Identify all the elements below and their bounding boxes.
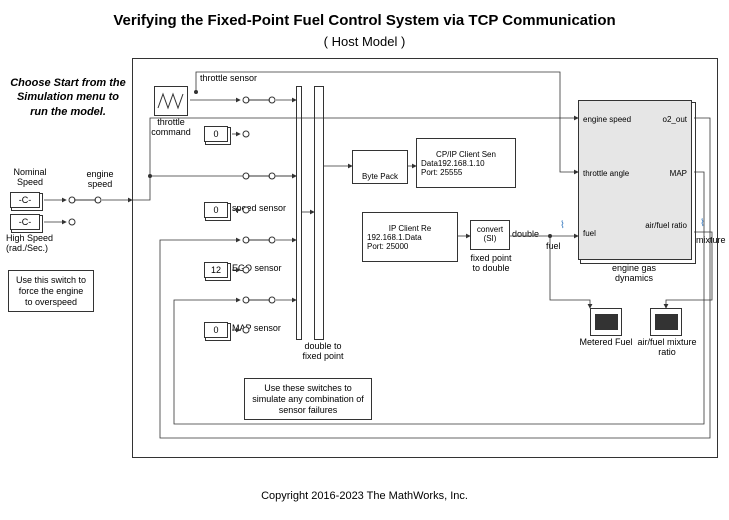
tcp-send-title: CP/IP Client Sen [436,150,496,159]
label-throttle-sensor: throttle sensor [200,74,270,84]
wireless-icon-fuel: ⌇ [560,220,565,231]
tcp-recv-title: IP Client Re [389,224,432,233]
engine-in-throttle: throttle angle [583,169,629,178]
engine-out-o2: o2_out [663,115,687,124]
failure-note: Use these switches to simulate any combi… [244,378,372,420]
tcp-send-ip: 192.168.1.10 [438,159,485,168]
engine-in-fuel: fuel [583,229,596,238]
label-engine-dynamics: engine gas dynamics [602,264,666,284]
scope-afr[interactable] [650,308,682,336]
scope-metered-fuel[interactable] [590,308,622,336]
tcp-recv-ip: 192.168.1. [367,233,405,242]
label-nominal-speed: Nominal Speed [6,168,54,188]
convert-block[interactable]: convert (SI) [470,220,510,250]
throttle-command-block[interactable] [154,86,188,116]
label-fuel: fuel [546,242,570,252]
d2fp-bar[interactable] [314,86,324,340]
label-afr: air/fuel mixture ratio [636,338,698,358]
label-fp2d: fixed point to double [466,254,516,274]
engine-out-afr: air/fuel ratio [645,221,687,230]
tcp-send-block[interactable]: CP/IP Client Sen Data192.168.1.10 Port: … [416,138,516,188]
tcp-send-port: Port: 25555 [421,168,462,177]
label-mixture: mixture [696,236,728,246]
tcp-recv-data: Data [405,233,422,242]
byte-pack-block[interactable]: Byte Pack [352,150,408,184]
overspeed-note: Use this switch to force the engine to o… [8,270,94,312]
tcp-send-data: Data [421,159,438,168]
label-engine-speed: engine speed [78,170,122,190]
mux-bar[interactable] [296,86,302,340]
tcp-recv-port: Port: 25000 [367,242,408,251]
const-ego[interactable]: 12 [204,262,228,278]
convert-label: convert (SI) [471,226,509,244]
engine-dynamics-block[interactable]: engine speed o2_out throttle angle MAP f… [578,100,692,260]
const-map[interactable]: 0 [204,322,228,338]
start-note: Choose Start from the Simulation menu to… [8,76,128,119]
page-title: Verifying the Fixed-Point Fuel Control S… [0,12,729,29]
byte-pack-label: Byte Pack [362,172,398,181]
const-throttle[interactable]: 0 [204,126,228,142]
wireless-icon-mixture: ⌇ [700,218,705,229]
page-subtitle: ( Host Model ) [0,34,729,49]
engine-in-speed: engine speed [583,115,631,124]
const-high-speed[interactable]: -C- [10,214,40,230]
label-d2fp: double to fixed point [298,342,348,362]
const-speed[interactable]: 0 [204,202,228,218]
label-ego-sensor: EGO sensor [232,264,292,274]
label-double: double [512,230,546,240]
label-map-sensor: MAP sensor [232,324,292,334]
label-metered-fuel: Metered Fuel [574,338,638,348]
tcp-recv-block[interactable]: IP Client Re 192.168.1.Data Port: 25000 [362,212,458,262]
label-throttle-command: throttle command [146,118,196,138]
label-high-speed: High Speed (rad./Sec.) [6,234,66,254]
const-nominal-speed[interactable]: -C- [10,192,40,208]
copyright: Copyright 2016-2023 The MathWorks, Inc. [0,490,729,502]
label-speed-sensor: speed sensor [232,204,292,214]
engine-out-map: MAP [670,169,687,178]
